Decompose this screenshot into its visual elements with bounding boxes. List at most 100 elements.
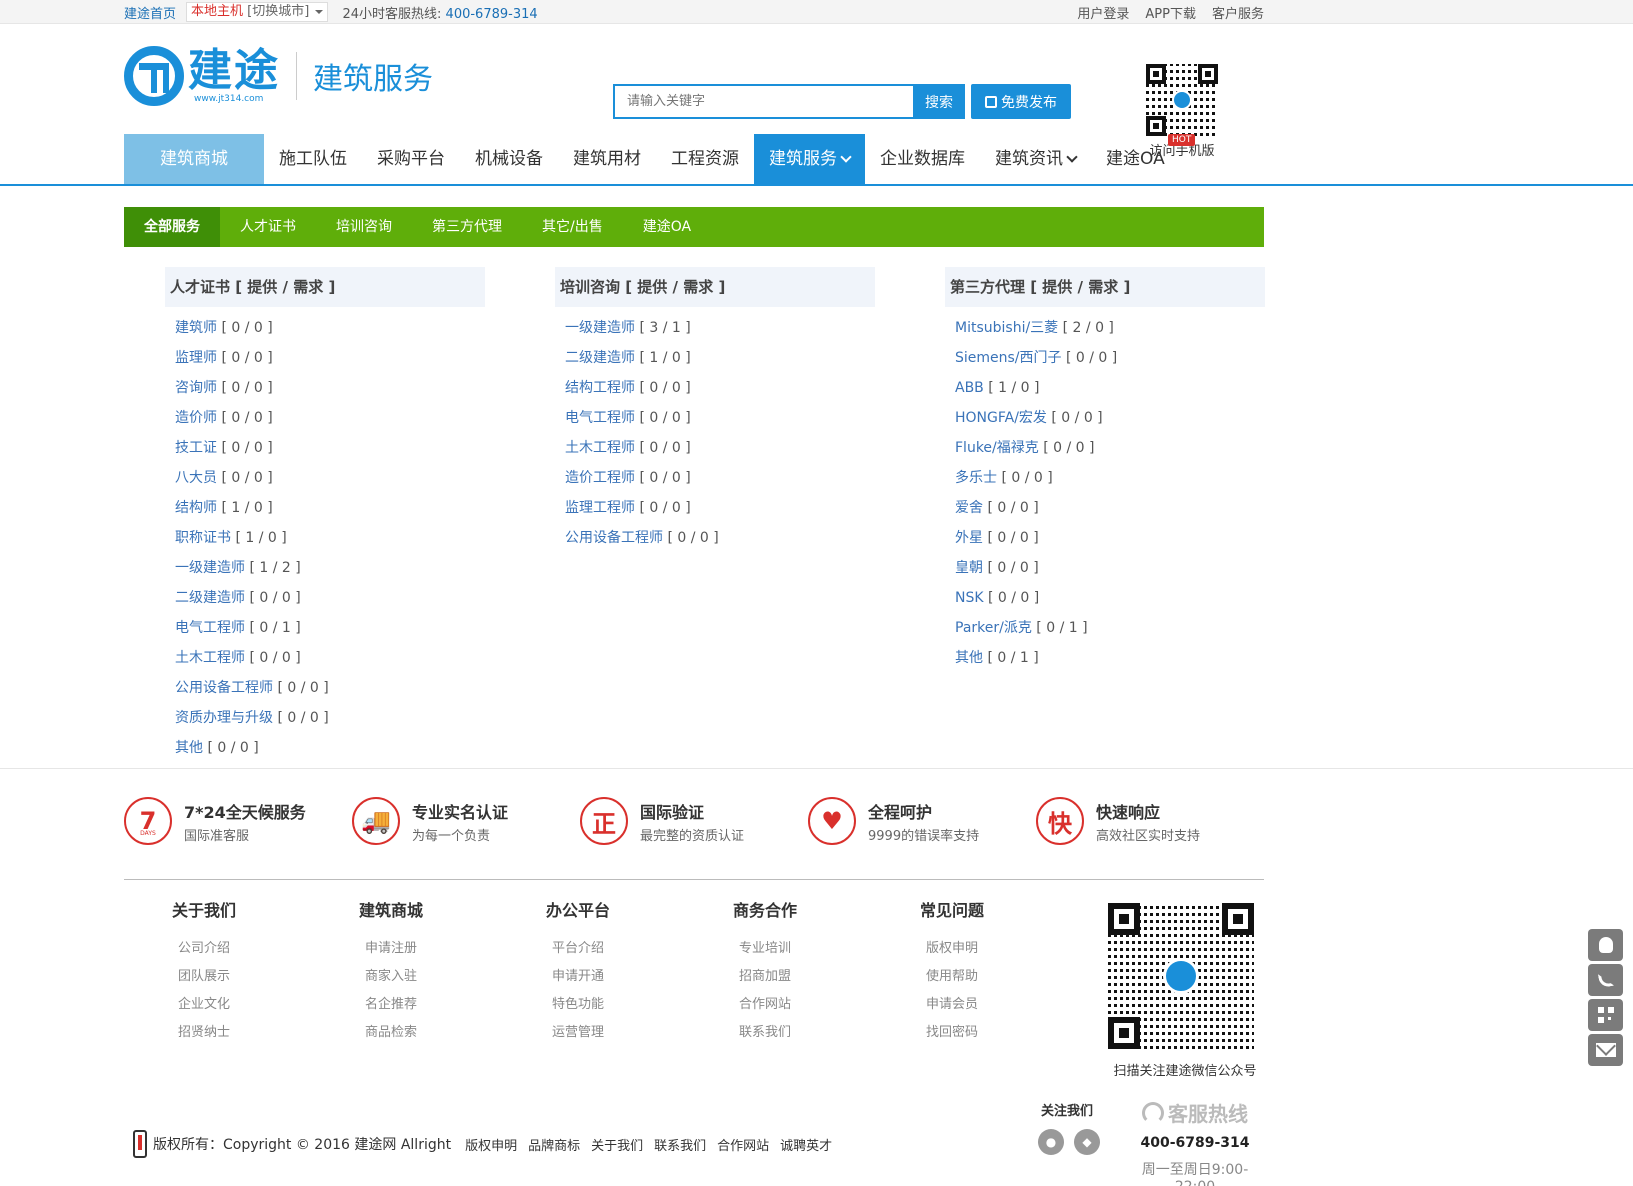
copyright-link[interactable]: 合作网站 (717, 1135, 769, 1154)
footer-link[interactable]: 联系我们 (685, 1019, 845, 1047)
publish-button[interactable]: 免费发布 (971, 84, 1071, 119)
feature-icon-glyph: 快 (1048, 809, 1072, 838)
service-link[interactable]: 其他 (175, 740, 203, 756)
nav-item-procurement[interactable]: 采购平台 (362, 134, 460, 184)
footer-link[interactable]: 使用帮助 (872, 963, 1032, 991)
city-switcher[interactable]: 本地主机 [切换城市] (186, 2, 329, 22)
footer-column-title: 办公平台 (545, 901, 610, 920)
service-link[interactable]: 一级建造师 (175, 560, 245, 576)
qq-icon[interactable]: ◆ (1074, 1129, 1100, 1155)
service-link[interactable]: 多乐士 (955, 470, 997, 486)
service-link[interactable]: Fluke/福禄克 (955, 440, 1039, 456)
footer-link[interactable]: 商家入驻 (311, 963, 471, 991)
footer-link[interactable]: 商品检索 (311, 1019, 471, 1047)
nav-item-oa[interactable]: 建途OA (1091, 134, 1180, 184)
footer-link[interactable]: 招贤纳士 (124, 1019, 284, 1047)
footer-link[interactable]: 名企推荐 (311, 991, 471, 1019)
service-link[interactable]: 二级建造师 (175, 590, 245, 606)
service-link[interactable]: 爱舍 (955, 500, 983, 516)
nav-item-materials[interactable]: 建筑用材 (558, 134, 656, 184)
column-training: 培训咨询 [ 提供 / 需求 ] 一级建造师 [ 3 / 1 ] 二级建造师 [ … (555, 267, 875, 553)
footer-link[interactable]: 招商加盟 (685, 963, 845, 991)
service-link[interactable]: 公用设备工程师 (565, 530, 663, 546)
nav-item-machinery[interactable]: 机械设备 (460, 134, 558, 184)
service-link[interactable]: 土木工程师 (565, 440, 635, 456)
service-link[interactable]: 咨询师 (175, 380, 217, 396)
service-link[interactable]: 监理工程师 (565, 500, 635, 516)
service-link[interactable]: HONGFA/宏发 (955, 410, 1047, 426)
email-button[interactable] (1588, 1034, 1623, 1066)
footer-link[interactable]: 特色功能 (498, 991, 658, 1019)
service-link[interactable]: Siemens/西门子 (955, 350, 1062, 366)
logo[interactable]: 建途 www.jt314.com 建筑服务 (124, 46, 433, 106)
service-link[interactable]: 二级建造师 (565, 350, 635, 366)
tab-all-services[interactable]: 全部服务 (124, 207, 220, 247)
footer-column: 商务合作 专业培训 招商加盟 合作网站 联系我们 (685, 897, 845, 1047)
service-link[interactable]: Parker/派克 (955, 620, 1032, 636)
tab-third-party[interactable]: 第三方代理 (412, 207, 522, 247)
service-link[interactable]: 职称证书 (175, 530, 231, 546)
copyright-link[interactable]: 诚聘英才 (780, 1135, 832, 1154)
tab-oa[interactable]: 建途OA (623, 207, 711, 247)
copyright-link[interactable]: 版权申明 (465, 1135, 517, 1154)
logo-divider (296, 52, 297, 100)
qr-button[interactable] (1588, 999, 1623, 1031)
service-link[interactable]: 电气工程师 (565, 410, 635, 426)
service-link[interactable]: 皇朝 (955, 560, 983, 576)
service-link[interactable]: NSK (955, 590, 984, 606)
qq-chat-button[interactable] (1588, 929, 1623, 961)
nav-item-services[interactable]: 建筑服务 (754, 134, 865, 184)
service-link[interactable]: 公用设备工程师 (175, 680, 273, 696)
home-link[interactable]: 建途首页 (124, 3, 176, 22)
footer-link[interactable]: 申请开通 (498, 963, 658, 991)
nav-item-enterprise-db[interactable]: 企业数据库 (865, 134, 980, 184)
footer-link[interactable]: 运营管理 (498, 1019, 658, 1047)
footer-link[interactable]: 版权申明 (872, 935, 1032, 963)
app-download-link[interactable]: APP下载 (1145, 3, 1196, 22)
footer-link[interactable]: 团队展示 (124, 963, 284, 991)
nav-item-resources[interactable]: 工程资源 (656, 134, 754, 184)
weibo-icon[interactable]: ● (1038, 1129, 1064, 1155)
copyright-link[interactable]: 关于我们 (591, 1135, 643, 1154)
footer-link[interactable]: 合作网站 (685, 991, 845, 1019)
service-link[interactable]: 结构工程师 (565, 380, 635, 396)
service-link[interactable]: 电气工程师 (175, 620, 245, 636)
footer-link[interactable]: 专业培训 (685, 935, 845, 963)
footer-link[interactable]: 企业文化 (124, 991, 284, 1019)
copyright-link[interactable]: 品牌商标 (528, 1135, 580, 1154)
service-link[interactable]: 建筑师 (175, 320, 217, 336)
service-link[interactable]: 八大员 (175, 470, 217, 486)
service-link[interactable]: 造价工程师 (565, 470, 635, 486)
nav-item-construction-team[interactable]: 施工队伍 (264, 134, 362, 184)
tab-talent-certificates[interactable]: 人才证书 (220, 207, 316, 247)
search-button[interactable]: 搜索 (913, 84, 965, 119)
service-link[interactable]: 土木工程师 (175, 650, 245, 666)
nav-item-news[interactable]: 建筑资讯 (980, 134, 1091, 184)
search-input[interactable] (613, 84, 913, 119)
tab-other-sale[interactable]: 其它/出售 (522, 207, 623, 247)
phone-button[interactable] (1588, 964, 1623, 996)
footer-link[interactable]: 公司介绍 (124, 935, 284, 963)
service-link[interactable]: 外星 (955, 530, 983, 546)
service-link[interactable]: 技工证 (175, 440, 217, 456)
service-link[interactable]: 监理师 (175, 350, 217, 366)
footer-link-list: 公司介绍 团队展示 企业文化 招贤纳士 (124, 935, 284, 1047)
footer-link[interactable]: 申请会员 (872, 991, 1032, 1019)
footer-link[interactable]: 找回密码 (872, 1019, 1032, 1047)
footer-link[interactable]: 平台介绍 (498, 935, 658, 963)
service-link[interactable]: ABB (955, 380, 984, 396)
customer-service-link[interactable]: 客户服务 (1212, 3, 1264, 22)
tab-training[interactable]: 培训咨询 (316, 207, 412, 247)
login-link[interactable]: 用户登录 (1077, 3, 1129, 22)
service-link[interactable]: 造价师 (175, 410, 217, 426)
nav-item-mall[interactable]: 建筑商城 (124, 134, 264, 184)
service-link[interactable]: 一级建造师 (565, 320, 635, 336)
service-link[interactable]: 结构师 (175, 500, 217, 516)
service-link[interactable]: Mitsubishi/三菱 (955, 320, 1058, 336)
service-link[interactable]: 其他 (955, 650, 983, 666)
footer-link[interactable]: 申请注册 (311, 935, 471, 963)
column-title: 第三方代理 [ 提供 / 需求 ] (945, 267, 1265, 307)
service-link[interactable]: 资质办理与升级 (175, 710, 273, 726)
copyright-link[interactable]: 联系我们 (654, 1135, 706, 1154)
footer-link-list: 申请注册 商家入驻 名企推荐 商品检索 (311, 935, 471, 1047)
